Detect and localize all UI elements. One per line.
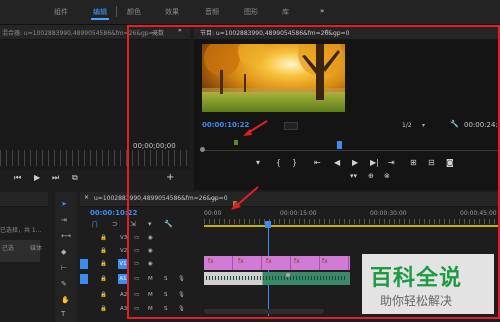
project-selection-status: 已选择，共 1... bbox=[0, 227, 42, 234]
ripple-edit-tool-icon[interactable]: ⟷ bbox=[61, 232, 71, 240]
linked-selection-icon[interactable]: ⊃ bbox=[112, 220, 118, 228]
tab-effects[interactable]: 效果 bbox=[165, 7, 179, 17]
timeline-close-icon[interactable]: × bbox=[84, 194, 89, 201]
track-select-tool-icon[interactable]: ⇥ bbox=[61, 216, 67, 224]
watermark-title: 百科全说 bbox=[370, 266, 463, 291]
lock-icon[interactable]: 🔒 bbox=[100, 292, 107, 298]
type-tool-icon[interactable]: T bbox=[61, 310, 65, 318]
tab-libraries[interactable]: 库 bbox=[282, 7, 289, 17]
watermark-subtitle: 助你轻松解决 bbox=[380, 294, 453, 308]
lock-icon[interactable]: 🔒 bbox=[100, 276, 107, 282]
step-forward-icon[interactable]: ⏭ bbox=[52, 173, 59, 183]
lock-icon[interactable]: 🔒 bbox=[100, 235, 107, 241]
project-panel-header bbox=[0, 192, 48, 207]
selection-tool-icon[interactable]: ➤ bbox=[61, 200, 67, 208]
lock-icon[interactable]: 🔒 bbox=[100, 248, 107, 254]
tab-divider bbox=[116, 6, 117, 17]
in-out-icon[interactable]: ⧉ bbox=[72, 173, 78, 183]
annotation-arrow bbox=[243, 120, 268, 136]
v1-source-patch[interactable] bbox=[80, 259, 88, 269]
annotation-arrow bbox=[231, 186, 259, 210]
tab-assembly[interactable]: 组件 bbox=[54, 7, 68, 17]
razor-tool-icon[interactable]: ◆ bbox=[61, 248, 66, 256]
project-item-label: 已选 bbox=[2, 245, 15, 252]
pen-tool-icon[interactable]: ✎ bbox=[61, 280, 67, 288]
watermark: 百科全说 助你轻松解决 bbox=[362, 254, 494, 314]
snap-icon[interactable]: ⋂ bbox=[92, 220, 98, 228]
tab-graphics[interactable]: 图形 bbox=[244, 7, 258, 17]
a1-source-patch[interactable] bbox=[80, 274, 88, 284]
slip-tool-icon[interactable]: ⊢ bbox=[61, 264, 67, 272]
lock-icon[interactable]: 🔒 bbox=[100, 306, 107, 312]
play-icon[interactable]: ▶ bbox=[34, 173, 40, 182]
lock-icon[interactable]: 🔒 bbox=[100, 261, 107, 267]
hand-tool-icon[interactable]: ✋ bbox=[61, 296, 70, 304]
project-media-label: 媒体 bbox=[30, 245, 43, 252]
step-back-icon[interactable]: ⏮ bbox=[14, 173, 21, 183]
tab-color[interactable]: 颜色 bbox=[127, 7, 141, 17]
tab-editing[interactable]: 编辑 bbox=[91, 7, 109, 20]
workspace-overflow-icon[interactable]: » bbox=[320, 7, 324, 15]
workspace-tab-bar: 组件 编辑 颜色 效果 音频 图形 库 » bbox=[0, 0, 500, 25]
tools-panel: ➤ ⇥ ⟷ ◆ ⊢ ✎ ✋ T bbox=[55, 192, 77, 322]
tab-audio[interactable]: 音频 bbox=[205, 7, 219, 17]
